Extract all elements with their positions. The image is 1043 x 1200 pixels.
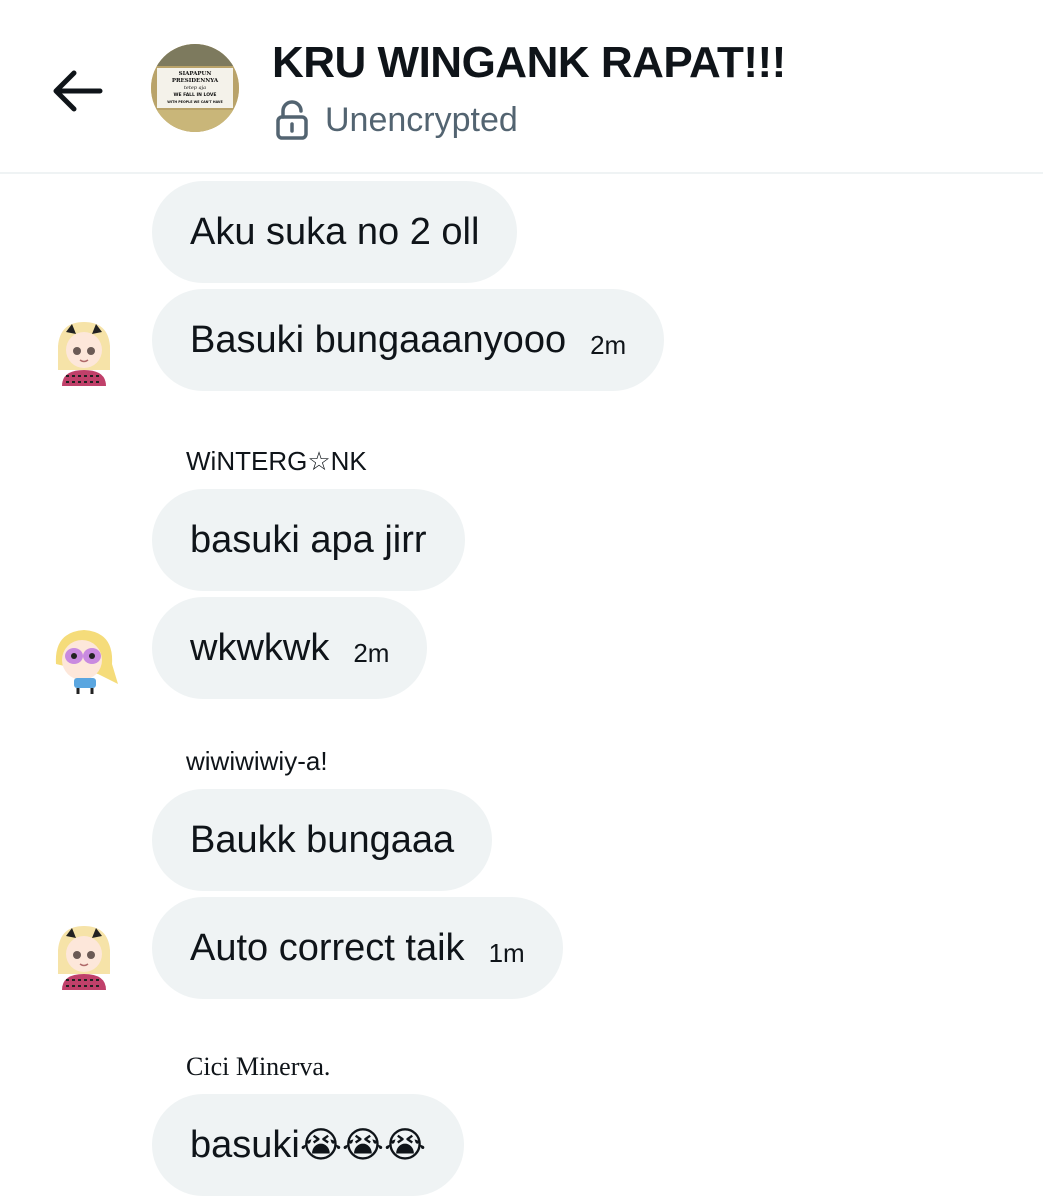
message-text: basuki xyxy=(190,1123,300,1166)
arrow-left-icon xyxy=(53,70,103,112)
conversation-header: SIAPAPUN PRESIDENNYA tetep aja WE FALL I… xyxy=(0,0,1043,174)
message-bubble[interactable]: Basuki bungaaanyooo 2m xyxy=(152,289,665,391)
svg-text:WE FALL IN LOVE: WE FALL IN LOVE xyxy=(174,92,217,98)
sender-name: wiwiwiwiy-a! xyxy=(186,746,328,776)
message-text: wkwkwk xyxy=(190,626,330,669)
encryption-status: Unencrypted xyxy=(275,98,518,142)
message-timestamp: 2m xyxy=(590,329,627,360)
back-button[interactable] xyxy=(44,58,110,124)
message-bubble[interactable]: basuki apa jirr xyxy=(152,489,465,591)
svg-text:SIAPAPUN: SIAPAPUN xyxy=(179,71,212,77)
sender-name: WiNTERG☆NK xyxy=(186,446,367,476)
message-bubble[interactable]: Auto correct taik 1m xyxy=(152,897,563,999)
message-text: Auto correct taik xyxy=(190,926,465,969)
conversation-title[interactable]: KRU WINGANK RAPAT!!! xyxy=(272,38,786,88)
message-timestamp: 2m xyxy=(353,637,390,668)
crying-face-emoji: 😭😭😭 xyxy=(299,1124,427,1165)
message-text: basuki apa jirr xyxy=(190,518,427,561)
user-avatar[interactable] xyxy=(48,920,120,992)
message-list[interactable]: Aku suka no 2 oll Basuki bungaaanyooo 2m… xyxy=(0,174,1043,1200)
svg-text:tetep aja: tetep aja xyxy=(184,85,206,91)
user-avatar[interactable] xyxy=(48,624,120,696)
svg-text:PRESIDENNYA: PRESIDENNYA xyxy=(172,78,219,84)
user-avatar[interactable] xyxy=(48,316,120,388)
message-bubble[interactable]: Baukk bungaaa xyxy=(152,789,493,891)
message-text: Baukk bungaaa xyxy=(190,818,455,861)
message-bubble[interactable]: Aku suka no 2 oll xyxy=(152,181,518,283)
svg-text:WITH PEOPLE WE CAN'T HAVE: WITH PEOPLE WE CAN'T HAVE xyxy=(167,100,223,104)
sender-name: Cici Minerva. xyxy=(186,1052,331,1081)
encryption-status-label: Unencrypted xyxy=(325,100,518,139)
message-text: Basuki bungaaanyooo xyxy=(190,318,567,361)
message-text: Aku suka no 2 oll xyxy=(190,210,480,253)
message-timestamp: 1m xyxy=(488,937,525,968)
message-bubble[interactable]: wkwkwk 2m xyxy=(152,597,428,699)
unlocked-padlock-icon xyxy=(276,100,308,140)
dm-conversation-screen: SIAPAPUN PRESIDENNYA tetep aja WE FALL I… xyxy=(0,0,1043,1200)
group-avatar[interactable]: SIAPAPUN PRESIDENNYA tetep aja WE FALL I… xyxy=(151,44,239,132)
group-avatar-image: SIAPAPUN PRESIDENNYA tetep aja WE FALL I… xyxy=(151,44,239,132)
message-bubble[interactable]: basuki 😭😭😭 xyxy=(152,1094,465,1196)
